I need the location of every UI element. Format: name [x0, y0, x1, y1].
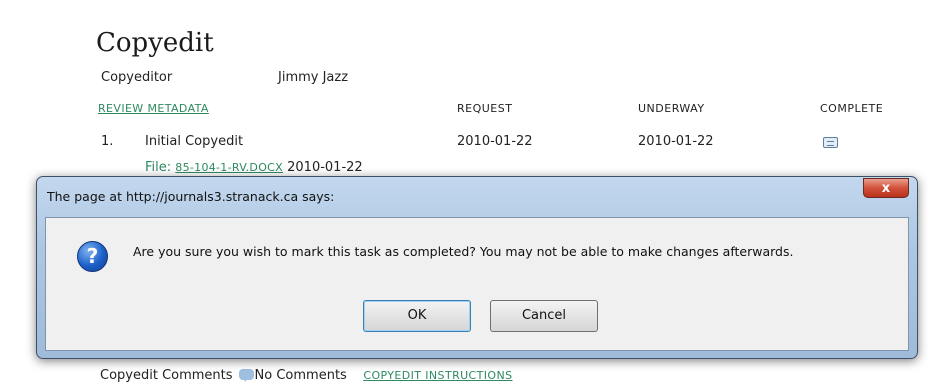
- envelope-icon[interactable]: [823, 137, 838, 148]
- copyeditor-value: Jimmy Jazz: [278, 70, 349, 85]
- file-label: File:: [145, 160, 172, 175]
- request-date: 2010-01-22: [457, 134, 533, 149]
- copyedit-comments-line: Copyedit Comments No Comments COPYEDIT IN…: [100, 368, 512, 383]
- copyedit-instructions-link[interactable]: COPYEDIT INSTRUCTIONS: [363, 369, 512, 382]
- comment-icon[interactable]: [238, 369, 254, 382]
- close-button[interactable]: x: [863, 178, 909, 198]
- dialog-title: The page at http://journals3.stranack.ca…: [47, 189, 335, 204]
- close-icon: x: [881, 181, 891, 196]
- column-header-complete: COMPLETE: [820, 102, 884, 115]
- no-comments-text: No Comments: [254, 368, 347, 383]
- column-header-request: REQUEST: [457, 102, 513, 115]
- dialog-body: ? Are you sure you wish to mark this tas…: [45, 217, 909, 351]
- copyeditor-label: Copyeditor: [101, 70, 173, 85]
- underway-date: 2010-01-22: [638, 134, 714, 149]
- file-line: File: 85-104-1-RV.DOCX 2010-01-22: [145, 160, 363, 175]
- copyedit-comments-label: Copyedit Comments: [100, 368, 233, 383]
- file-link[interactable]: 85-104-1-RV.DOCX: [175, 161, 283, 174]
- dialog-titlebar[interactable]: The page at http://journals3.stranack.ca…: [37, 177, 917, 217]
- confirm-dialog: The page at http://journals3.stranack.ca…: [36, 176, 918, 359]
- file-date: 2010-01-22: [287, 160, 363, 175]
- cancel-button[interactable]: Cancel: [490, 300, 598, 332]
- page-title: Copyedit: [96, 28, 214, 58]
- column-header-underway: UNDERWAY: [638, 102, 705, 115]
- ok-button[interactable]: OK: [363, 300, 471, 332]
- question-icon: ?: [77, 241, 108, 272]
- dialog-message: Are you sure you wish to mark this task …: [133, 244, 794, 259]
- row-number: 1.: [101, 134, 114, 149]
- task-name: Initial Copyedit: [145, 134, 244, 149]
- review-metadata-link[interactable]: REVIEW METADATA: [98, 102, 209, 115]
